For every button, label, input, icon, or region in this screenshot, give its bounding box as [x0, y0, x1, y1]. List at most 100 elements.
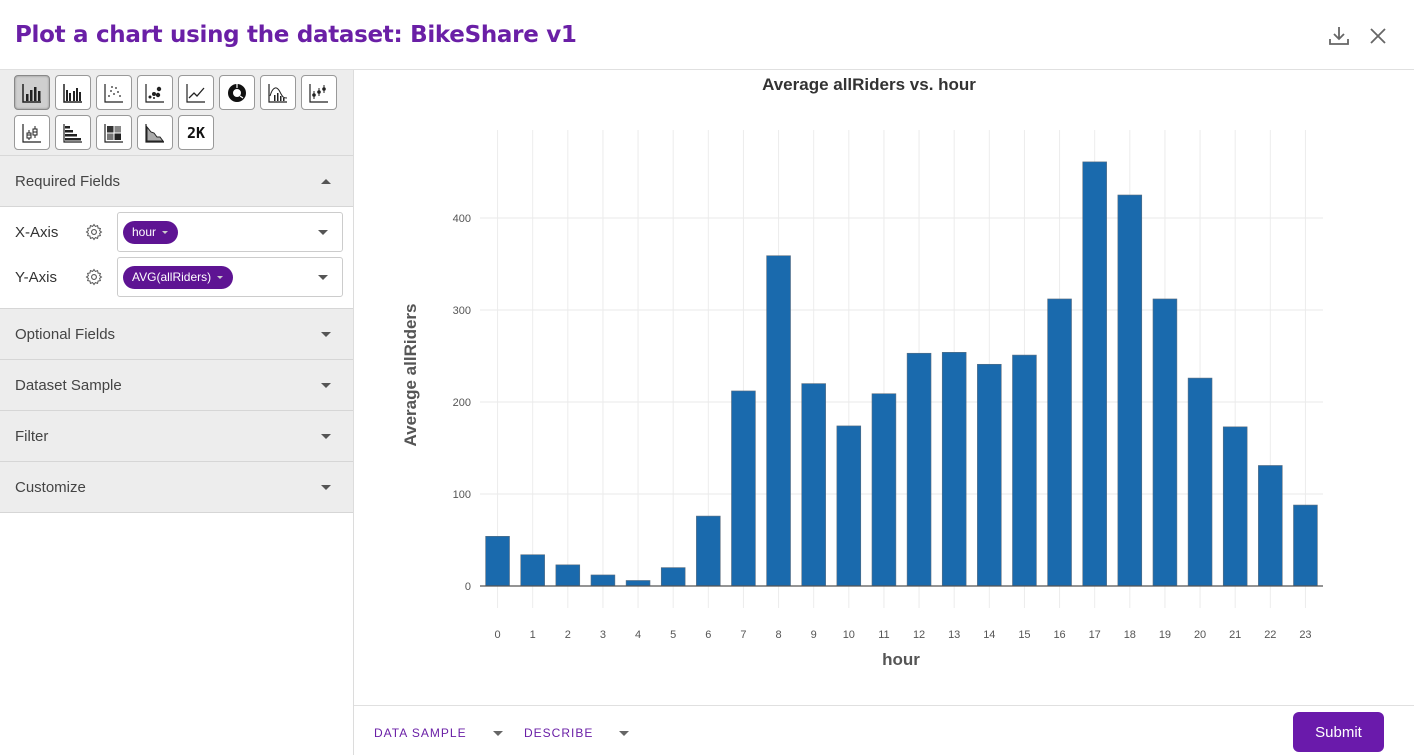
- customize-header[interactable]: Customize: [0, 462, 353, 513]
- bar-14[interactable]: [977, 363, 1002, 587]
- chevron-down-icon: [492, 730, 503, 736]
- bar-2[interactable]: [555, 564, 581, 587]
- scatter-chart-button[interactable]: [96, 75, 132, 110]
- chart-title: Average allRiders vs. hour: [762, 75, 976, 94]
- x-axis-title: hour: [882, 650, 920, 669]
- chip-caret-icon: [217, 275, 224, 279]
- chevron-down-icon: [321, 433, 331, 439]
- bar-4[interactable]: [625, 580, 651, 587]
- horizontal-bar-chart-icon: [63, 123, 82, 143]
- error-bar-chart-icon: [309, 83, 328, 103]
- optional-fields-label: Optional Fields: [15, 325, 116, 343]
- bar-3[interactable]: [590, 574, 616, 587]
- x-tick-label: 19: [1159, 629, 1171, 641]
- chart-area: Average allRiders vs. hour 0 100 200 300 400…: [354, 70, 1414, 705]
- bar-18[interactable]: [1117, 194, 1143, 587]
- dialog-header: Plot a chart using the dataset: BikeShar…: [0, 0, 1414, 70]
- dataset-sample-header[interactable]: Dataset Sample: [0, 360, 353, 411]
- line-chart-button[interactable]: [178, 75, 214, 110]
- x-tick-label: 23: [1299, 629, 1311, 641]
- x-tick-label: 12: [913, 629, 925, 641]
- area-chart-button[interactable]: [137, 115, 173, 150]
- big-number-icon: 2K: [186, 123, 206, 142]
- x-axis-row: X-Axis hour: [15, 212, 343, 252]
- x-axis-select[interactable]: hour: [117, 212, 343, 252]
- bar-chart: Average allRiders vs. hour 0100200300400…: [401, 75, 1323, 669]
- customize-label: Customize: [15, 478, 86, 496]
- x-tick-label: 6: [705, 629, 711, 641]
- required-fields-header[interactable]: Required Fields: [0, 156, 353, 207]
- y-tick-label: 300: [453, 305, 471, 317]
- bar-12[interactable]: [906, 352, 932, 587]
- bar-0[interactable]: [485, 536, 510, 587]
- y-axis-value: AVG(allRiders): [132, 270, 212, 284]
- bar-11[interactable]: [871, 393, 897, 587]
- chevron-down-icon: [321, 331, 331, 337]
- bar-5[interactable]: [660, 567, 686, 587]
- bar-17[interactable]: [1082, 161, 1107, 587]
- y-axis-select[interactable]: AVG(allRiders): [117, 257, 343, 297]
- bubble-chart-button[interactable]: [137, 75, 173, 110]
- box-plot-chart-icon: [22, 123, 41, 143]
- required-fields-label: Required Fields: [15, 172, 121, 190]
- line-chart-icon: [186, 83, 205, 103]
- bar-19[interactable]: [1152, 298, 1178, 587]
- data-sample-label: DATA SAMPLE: [374, 726, 467, 740]
- box-plot-chart-button[interactable]: [14, 115, 50, 150]
- describe-label: DESCRIBE: [524, 726, 594, 740]
- heatmap-chart-button[interactable]: [96, 115, 132, 150]
- x-tick-label: 18: [1124, 629, 1136, 641]
- donut-chart-button[interactable]: [219, 75, 255, 110]
- bar-15[interactable]: [1012, 354, 1037, 587]
- gear-icon[interactable]: [85, 223, 117, 241]
- close-icon[interactable]: [1366, 24, 1390, 48]
- x-tick-label: 3: [600, 629, 606, 641]
- submit-button[interactable]: Submit: [1293, 712, 1384, 752]
- x-tick-label: 15: [1018, 629, 1030, 641]
- x-tick-label: 20: [1194, 629, 1206, 641]
- x-tick-label: 22: [1264, 629, 1276, 641]
- x-tick-label: 14: [983, 629, 995, 641]
- x-tick-label: 9: [811, 629, 817, 641]
- x-tick-label: 16: [1053, 629, 1065, 641]
- describe-tab[interactable]: DESCRIBE: [524, 726, 630, 740]
- big-number-chart-button[interactable]: 2K: [178, 115, 214, 150]
- gear-icon[interactable]: [85, 268, 117, 286]
- optional-fields-header[interactable]: Optional Fields: [0, 309, 353, 360]
- bar-16[interactable]: [1047, 298, 1072, 587]
- y-axis-title: Average allRiders: [401, 304, 420, 447]
- y-tick-label: 100: [453, 489, 471, 501]
- y-axis-chip[interactable]: AVG(allRiders): [123, 265, 234, 289]
- bar-20[interactable]: [1187, 377, 1213, 587]
- bar-22[interactable]: [1258, 465, 1283, 587]
- bar-8[interactable]: [766, 255, 791, 587]
- chevron-down-icon: [321, 484, 331, 490]
- data-sample-tab[interactable]: DATA SAMPLE: [374, 726, 503, 740]
- x-tick-label: 7: [740, 629, 746, 641]
- bar-9[interactable]: [801, 383, 826, 587]
- bar-chart-button[interactable]: [14, 75, 50, 110]
- bar-7[interactable]: [731, 390, 756, 587]
- histogram-density-chart-icon: [268, 83, 288, 103]
- x-axis-label: X-Axis: [15, 223, 59, 241]
- grouped-bar-chart-button[interactable]: [55, 75, 91, 110]
- bar-13[interactable]: [941, 352, 967, 587]
- bar-21[interactable]: [1222, 426, 1248, 587]
- dataset-sample-label: Dataset Sample: [15, 376, 122, 394]
- error-bar-chart-button[interactable]: [301, 75, 337, 110]
- bar-10[interactable]: [836, 425, 862, 587]
- chevron-up-icon: [321, 178, 331, 184]
- bar-23[interactable]: [1293, 504, 1318, 587]
- config-sidebar: 2K Required Fields X-Axis hour Y-Axis AV…: [0, 70, 354, 755]
- download-icon[interactable]: [1327, 24, 1351, 48]
- chevron-down-icon: [318, 229, 328, 235]
- dialog-footer: DATA SAMPLE DESCRIBE Submit: [354, 705, 1414, 755]
- x-tick-label: 13: [948, 629, 960, 641]
- histogram-density-chart-button[interactable]: [260, 75, 296, 110]
- horizontal-bar-chart-button[interactable]: [55, 115, 91, 150]
- x-axis-chip[interactable]: hour: [123, 220, 179, 244]
- bar-6[interactable]: [696, 515, 721, 587]
- filter-header[interactable]: Filter: [0, 411, 353, 462]
- bar-1[interactable]: [520, 554, 545, 587]
- y-axis-row: Y-Axis AVG(allRiders): [15, 257, 343, 297]
